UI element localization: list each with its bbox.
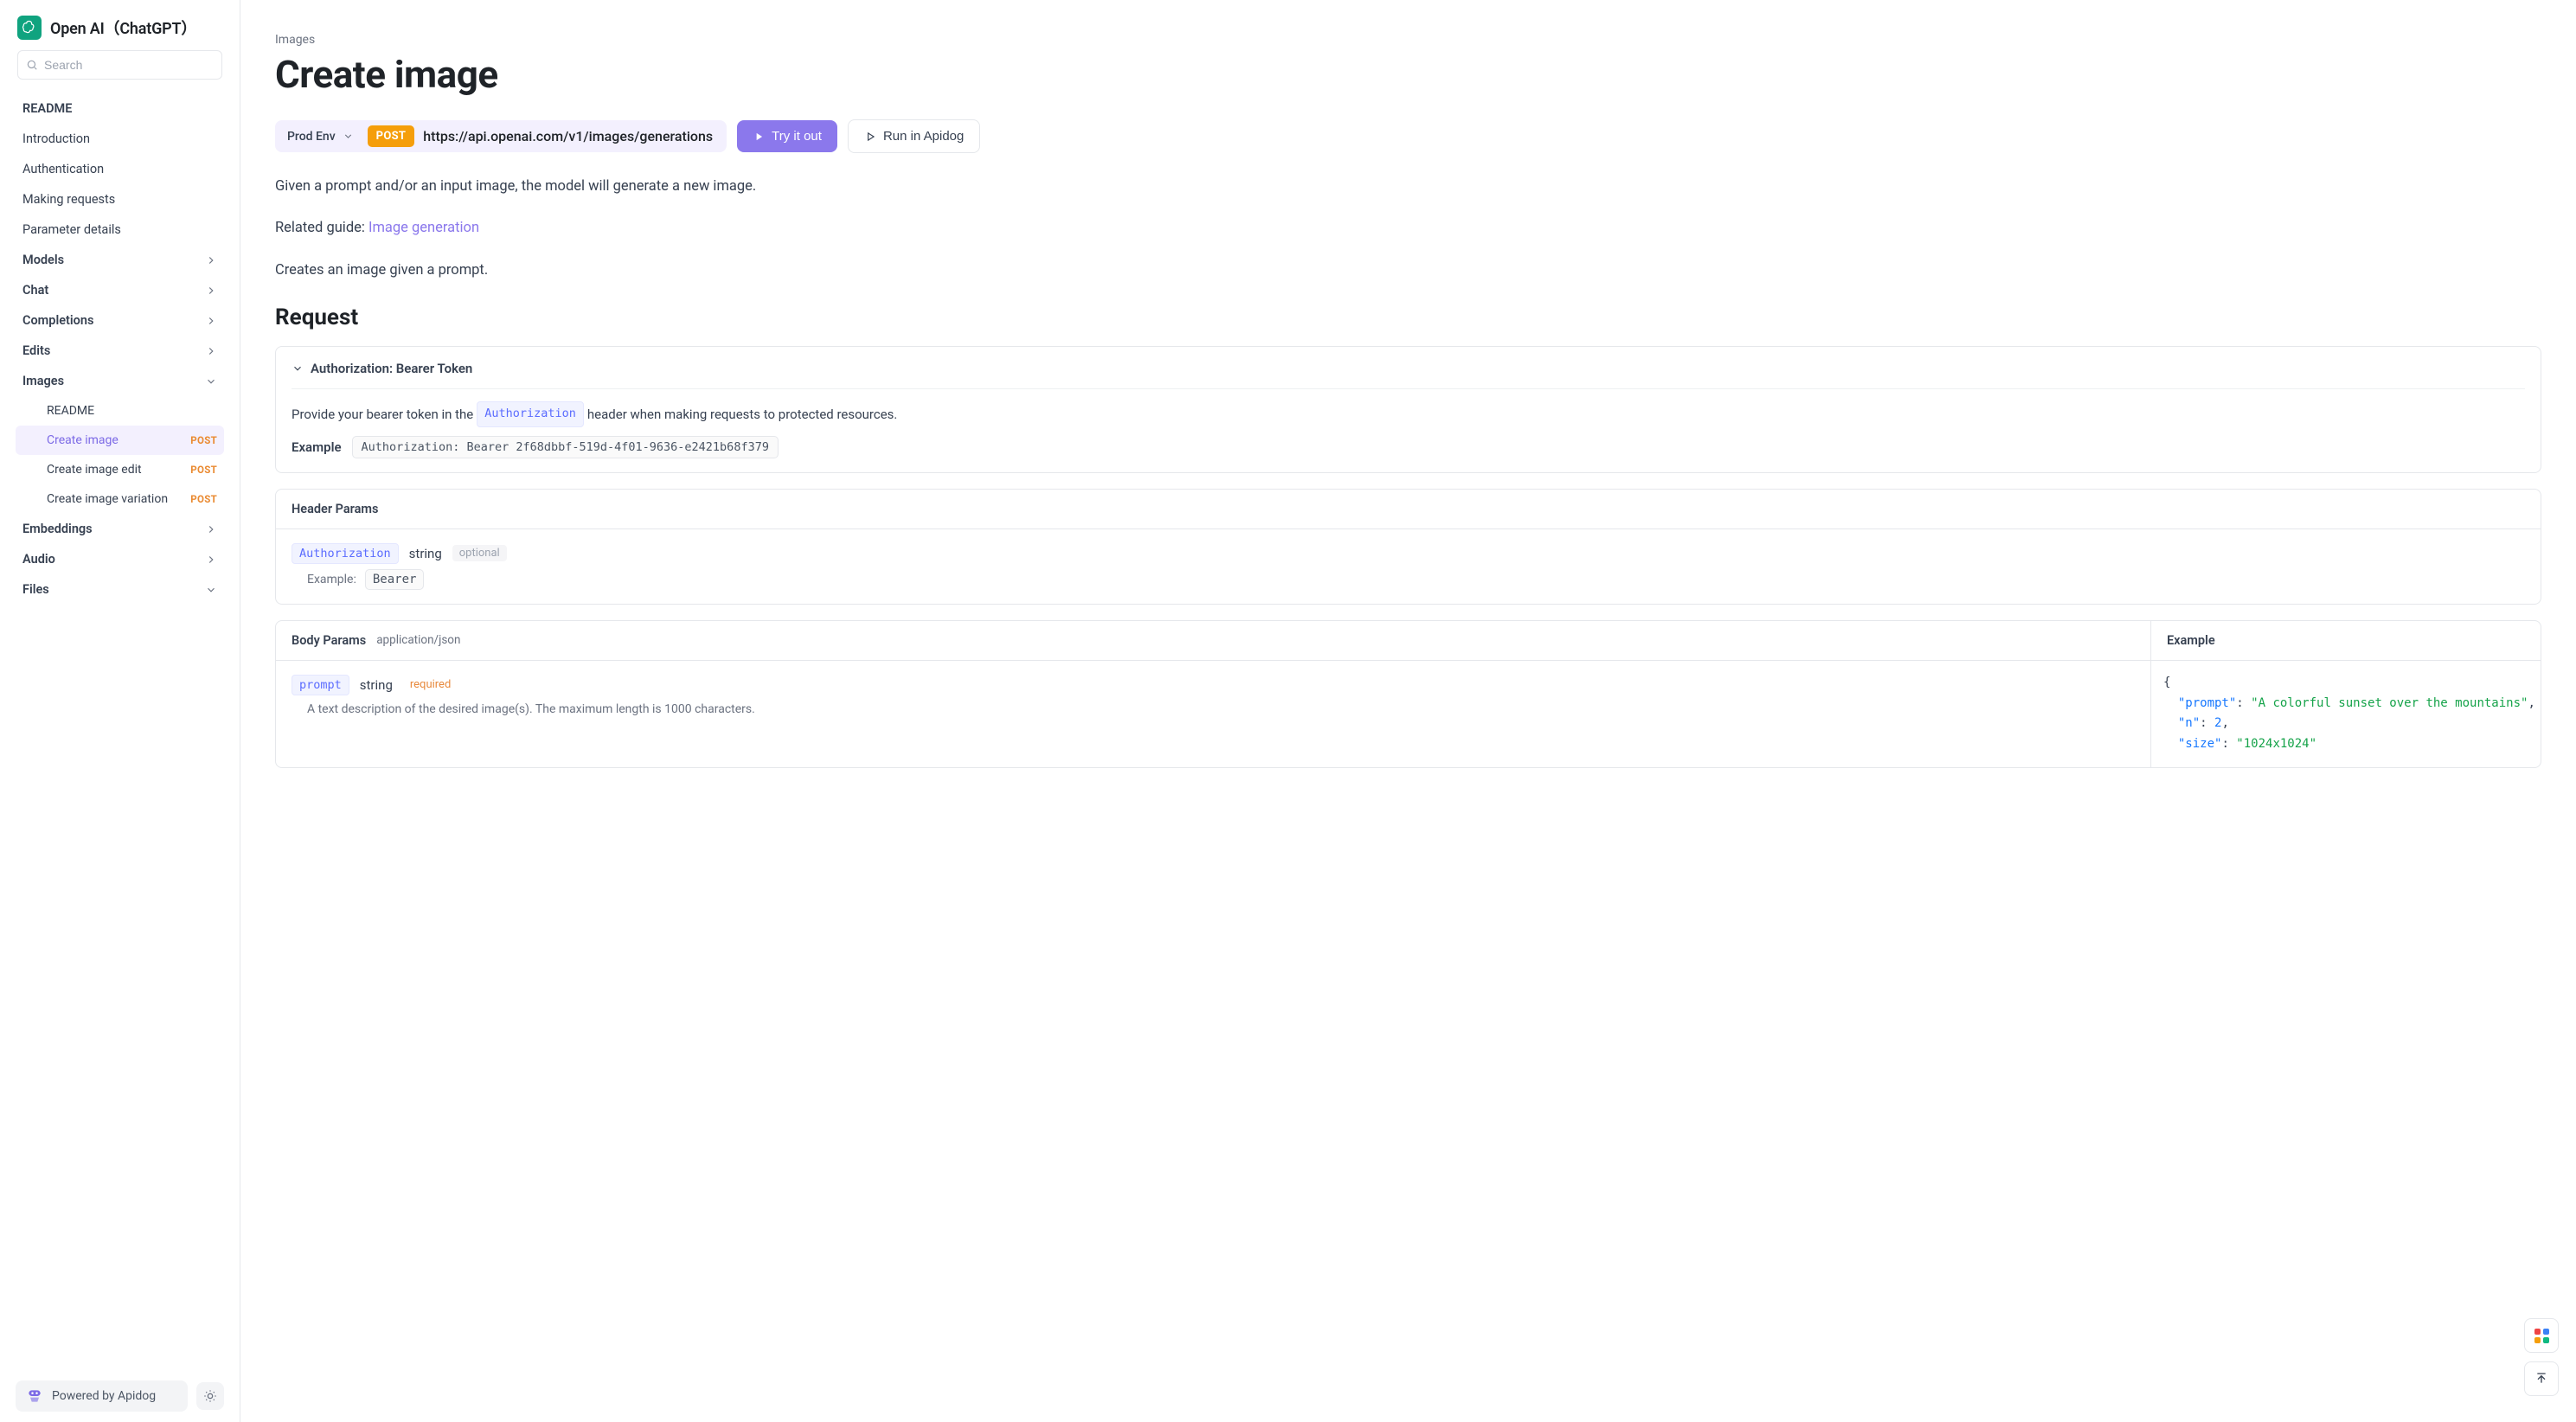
endpoint-url: https://api.openai.com/v1/images/generat… (423, 128, 721, 144)
header-params-title: Header Params (276, 490, 2541, 529)
chevron-right-icon (205, 254, 217, 266)
chevron-right-icon (205, 554, 217, 566)
sidebar-header: Open AI（ChatGPT） (0, 0, 240, 50)
env-select[interactable]: Prod Env (287, 130, 359, 144)
description-1: Given a prompt and/or an input image, th… (275, 176, 2541, 198)
param-type: string (360, 677, 393, 693)
param-flag: optional (452, 545, 507, 561)
sun-icon (203, 1389, 217, 1403)
method-tag: POST (190, 493, 217, 505)
method-tag: POST (190, 434, 217, 446)
header-param-example: Example: Bearer (292, 569, 2525, 590)
sidebar-group-edits[interactable]: Edits (7, 336, 233, 366)
param-flag-required: required (403, 676, 458, 693)
sidebar-group-models[interactable]: Models (7, 245, 233, 275)
search-input[interactable] (17, 50, 222, 80)
search-icon (26, 59, 38, 71)
param-name: prompt (292, 675, 349, 695)
body-params-title: Body Params application/json (276, 621, 2150, 661)
sidebar-item-readme[interactable]: README (7, 93, 233, 124)
sidebar-item-introduction[interactable]: Introduction (7, 124, 233, 154)
param-description: A text description of the desired image(… (292, 702, 2135, 716)
powered-by-badge[interactable]: Powered by Apidog (16, 1380, 188, 1412)
method-badge: POST (368, 125, 415, 147)
sidebar-footer: Powered by Apidog (0, 1370, 240, 1422)
request-bar: Prod Env POST https://api.openai.com/v1/… (275, 119, 2541, 153)
sidebar-group-audio[interactable]: Audio (7, 544, 233, 574)
sidebar-subitem-create-image[interactable]: Create imagePOST (16, 426, 224, 455)
chevron-right-icon (205, 523, 217, 535)
play-outline-icon (864, 131, 876, 143)
method-tag: POST (190, 464, 217, 476)
apidog-icon (26, 1387, 43, 1405)
floating-tools (2524, 1318, 2559, 1396)
request-heading: Request (275, 304, 2541, 330)
header-params-panel: Header Params Authorization string optio… (275, 489, 2541, 605)
description-2: Creates an image given a prompt. (275, 259, 2541, 282)
chevron-right-icon (205, 315, 217, 327)
app-title: Open AI（ChatGPT） (50, 16, 196, 39)
sidebar-subitem-create-image-edit[interactable]: Create image editPOST (16, 455, 224, 484)
image-generation-link[interactable]: Image generation (368, 220, 479, 236)
header-param-authorization: Authorization string optional Example: B… (276, 529, 2541, 604)
chevron-down-icon (292, 362, 304, 375)
main-content: Images Create image Prod Env POST https:… (240, 0, 2576, 1422)
scroll-top-button[interactable] (2524, 1361, 2559, 1396)
related-guide: Related guide: Image generation (275, 217, 2541, 240)
body-params-panel: Body Params application/json prompt stri… (275, 620, 2541, 768)
sidebar-item-making-requests[interactable]: Making requests (7, 184, 233, 215)
chevron-right-icon (205, 285, 217, 297)
grid-icon (2534, 1329, 2549, 1343)
sidebar-group-files[interactable]: Files (7, 574, 233, 605)
sidebar-group-chat[interactable]: Chat (7, 275, 233, 305)
sidebar-nav: README Introduction Authentication Makin… (0, 92, 240, 1370)
auth-panel: Authorization: Bearer Token Provide your… (275, 346, 2541, 473)
breadcrumb[interactable]: Images (275, 33, 2541, 47)
sidebar: Open AI（ChatGPT） README Introduction Aut… (0, 0, 240, 1422)
param-type: string (409, 546, 442, 561)
sidebar-subitem-images-readme[interactable]: README (16, 396, 224, 426)
param-name: Authorization (292, 543, 399, 564)
auth-example-value: Authorization: Bearer 2f68dbbf-519d-4f01… (352, 436, 779, 458)
sidebar-group-embeddings[interactable]: Embeddings (7, 514, 233, 544)
sidebar-item-authentication[interactable]: Authentication (7, 154, 233, 184)
arrow-up-icon (2534, 1372, 2548, 1386)
auth-description: Provide your bearer token in the Authori… (292, 401, 2525, 427)
example-json-block: { "prompt": "A colorful sunset over the … (2151, 661, 2541, 767)
auth-header-code: Authorization (477, 401, 584, 427)
search-box (17, 50, 222, 80)
header-param-example-value: Bearer (365, 569, 425, 590)
theme-toggle[interactable] (196, 1382, 224, 1410)
auth-example: Example Authorization: Bearer 2f68dbbf-5… (292, 436, 2525, 458)
sidebar-item-parameter-details[interactable]: Parameter details (7, 215, 233, 245)
auth-toggle[interactable]: Authorization: Bearer Token (292, 361, 2525, 389)
page-title: Create image (275, 52, 2541, 97)
play-icon (753, 131, 765, 143)
run-in-apidog-button[interactable]: Run in Apidog (848, 119, 980, 153)
apps-button[interactable] (2524, 1318, 2559, 1353)
content-type: application/json (376, 633, 460, 647)
chevron-down-icon (343, 131, 354, 142)
endpoint-pill: Prod Env POST https://api.openai.com/v1/… (275, 120, 727, 152)
try-it-out-button[interactable]: Try it out (737, 120, 837, 152)
sidebar-group-completions[interactable]: Completions (7, 305, 233, 336)
chevron-down-icon (205, 584, 217, 596)
body-param-prompt: prompt string required A text descriptio… (276, 661, 2150, 730)
sidebar-subitem-create-image-variation[interactable]: Create image variationPOST (16, 484, 224, 514)
openai-logo-icon (17, 16, 42, 40)
chevron-right-icon (205, 345, 217, 357)
example-title: Example (2151, 621, 2541, 661)
chevron-down-icon (205, 375, 217, 388)
sidebar-group-images[interactable]: Images (7, 366, 233, 396)
